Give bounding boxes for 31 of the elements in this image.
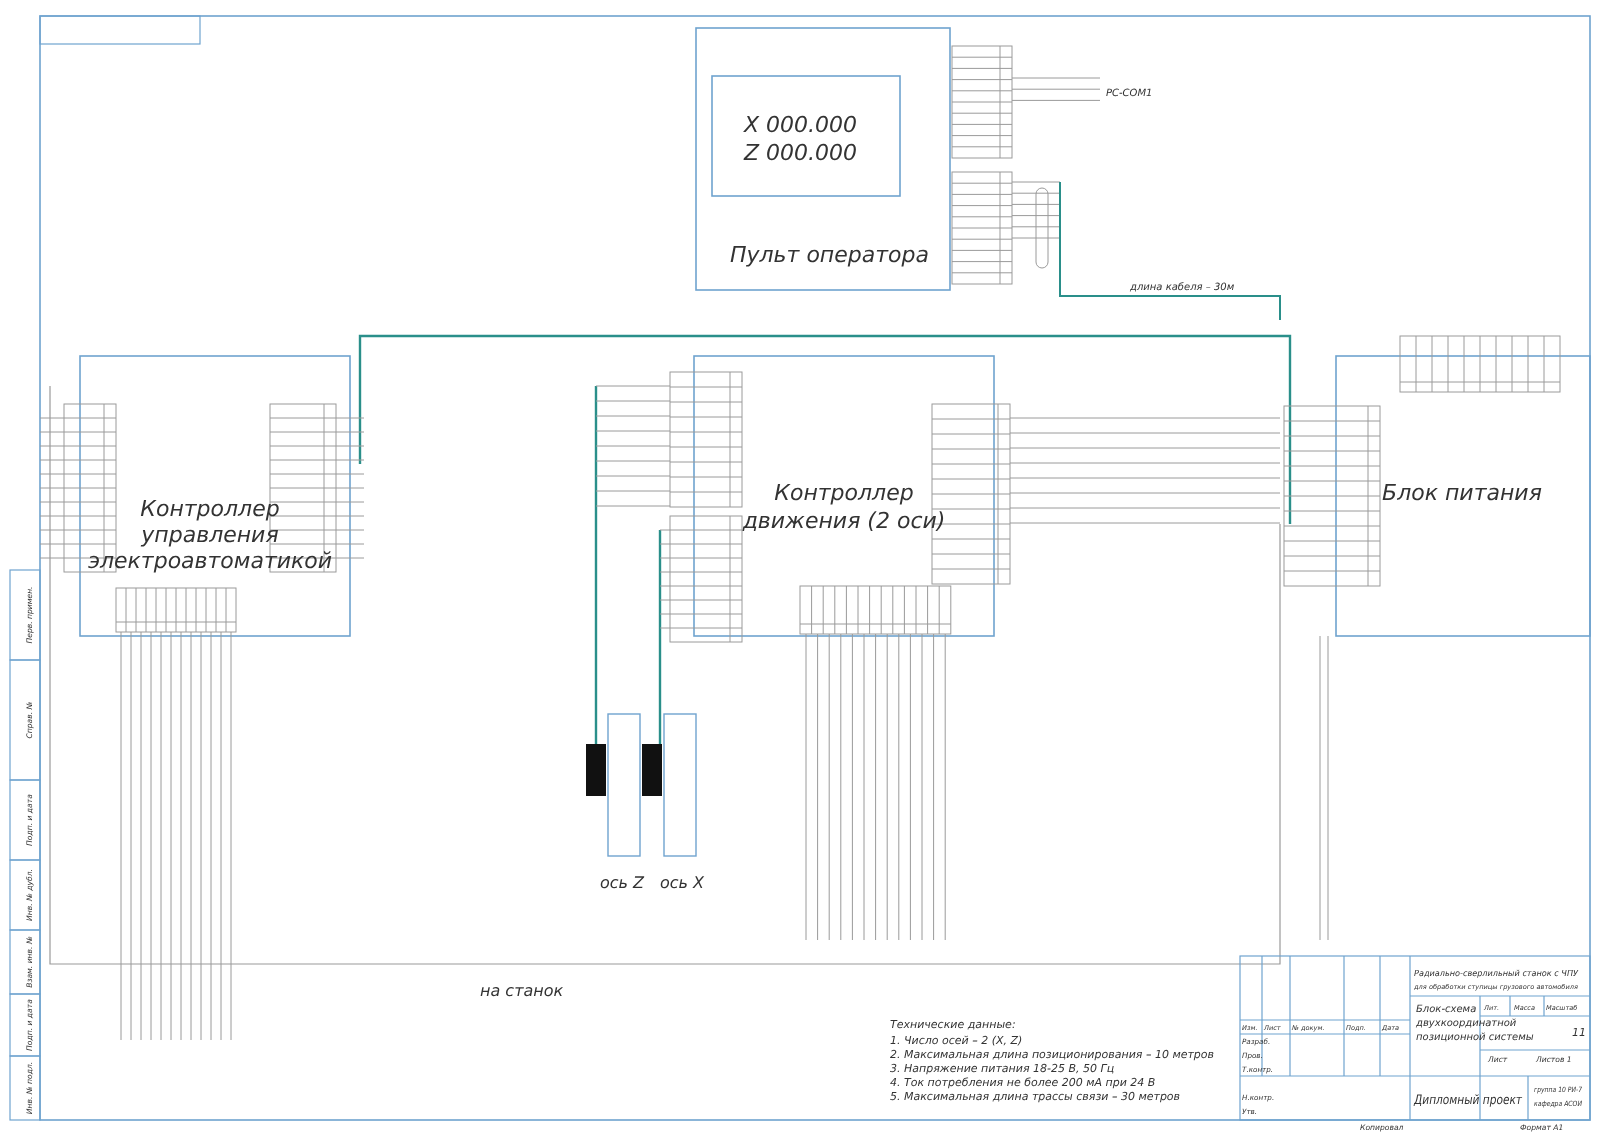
- pin-table-drawing: [951, 45, 1013, 159]
- display-reading: Z 000.000: [744, 140, 858, 166]
- stamp-cell: [9, 859, 41, 931]
- pin-table-drawing: [115, 587, 237, 633]
- block-title: Контроллер: [140, 496, 280, 522]
- wire-bundle-drawing: [335, 417, 365, 559]
- pin-table-drawing: [669, 371, 743, 508]
- display-reading: X 000.000: [744, 112, 858, 138]
- wire-bundle-drawing: [39, 417, 65, 559]
- block-title: Контроллер: [774, 480, 914, 506]
- stamp-cell: [9, 929, 41, 995]
- motor-drive-drawing: [586, 713, 641, 857]
- stamp-cell: [9, 993, 41, 1057]
- stamp-cell: [9, 779, 41, 861]
- wire-bundle-drawing: [659, 529, 671, 629]
- motor-drive-drawing: [642, 713, 697, 857]
- wire-bundle-drawing: [1011, 77, 1101, 101]
- block-title: электроавтоматикой: [87, 548, 333, 574]
- panel-title: Пульт оператора: [730, 242, 929, 268]
- block-title: управления: [141, 522, 279, 548]
- pin-table-drawing: [669, 515, 743, 643]
- stamp-cell: [9, 659, 41, 781]
- stamp-cell: [9, 1055, 41, 1121]
- machine-label: на станок: [480, 982, 564, 1000]
- block-title: Блок питания: [1382, 480, 1542, 506]
- axis-label: ось X: [660, 874, 705, 892]
- block-title: движения (2 оси): [742, 508, 946, 534]
- wire-bundle-drawing: [595, 385, 671, 507]
- stamp-cell: [9, 569, 41, 661]
- pin-table-drawing: [951, 171, 1013, 285]
- axis-label: ось Z: [600, 874, 645, 892]
